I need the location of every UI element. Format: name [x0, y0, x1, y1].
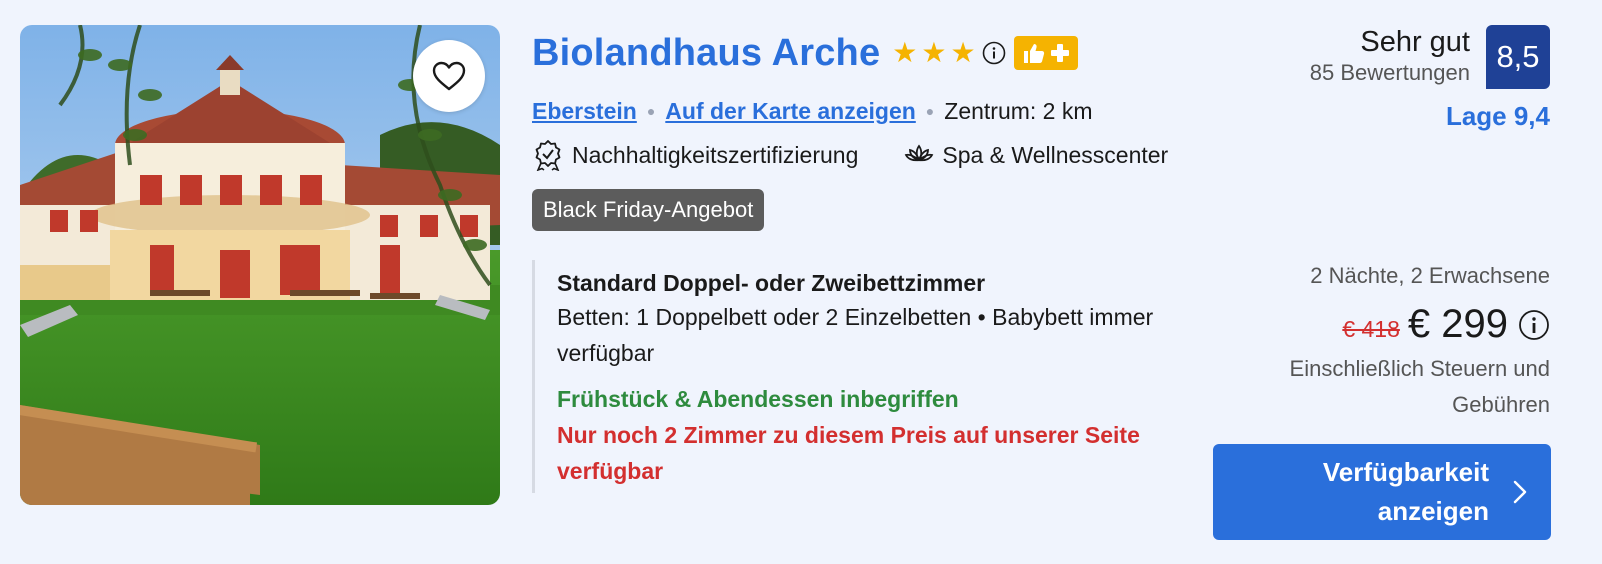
info-icon[interactable] [982, 41, 1006, 65]
hotel-name[interactable]: Biolandhaus Arche [532, 32, 880, 75]
plus-icon [1050, 44, 1069, 62]
star-icon: ★ [921, 37, 947, 68]
title-row: Biolandhaus Arche ★ ★ ★ [532, 28, 1078, 78]
review-score[interactable]: Sehr gut 85 Bewertungen 8,5 [1310, 25, 1550, 89]
original-price: € 418 [1342, 316, 1400, 342]
taxes-note: Einschließlich Steuern und Gebühren [1289, 356, 1550, 417]
price-info-icon[interactable] [1518, 309, 1550, 341]
amenity-spa: Spa & Wellnesscenter [904, 142, 1168, 169]
amenity-sustainability: Nachhaltigkeitszertifizierung [532, 139, 858, 171]
star-icon: ★ [892, 37, 918, 68]
chevron-right-icon [1513, 480, 1527, 504]
star-rating: ★ ★ ★ [892, 39, 975, 67]
separator-dot: ● [925, 103, 935, 119]
amenity-label: Nachhaltigkeitszertifizierung [572, 141, 859, 168]
review-count: 85 Bewertungen [1309, 60, 1470, 85]
city-link[interactable]: Eberstein [532, 98, 637, 125]
cta-label: Verfügbarkeit anzeigen [1322, 457, 1489, 526]
score-badge: 8,5 [1486, 25, 1550, 89]
spa-icon [905, 144, 934, 162]
current-price: € 299 [1407, 302, 1508, 346]
location-row: Eberstein ● Auf der Karte anzeigen ● Zen… [532, 95, 1093, 127]
separator-dot: ● [646, 103, 656, 119]
favorite-button[interactable] [413, 40, 485, 112]
map-link[interactable]: Auf der Karte anzeigen [665, 98, 916, 125]
rating-label: Sehr gut [1360, 26, 1470, 58]
room-title: Standard Doppel- oder Zweibettzimmer [557, 270, 986, 296]
rating-text: Sehr gut 85 Bewertungen [1310, 25, 1470, 89]
thumbs-up-icon [1023, 44, 1044, 63]
amenities-row: Nachhaltigkeitszertifizierung Spa & Well… [532, 138, 1168, 172]
heart-icon [432, 61, 466, 91]
check-availability-button[interactable]: Verfügbarkeit anzeigen [1213, 444, 1551, 540]
certificate-icon [535, 140, 561, 171]
room-availability: Nur noch 2 Zimmer zu diesem Preis auf un… [557, 422, 1140, 484]
room-details: Standard Doppel- oder Zweibettzimmer Bet… [532, 260, 1153, 493]
price-row: € 418 € 299 [1230, 302, 1550, 347]
stay-info: 2 Nächte, 2 Erwachsene [1310, 263, 1550, 288]
price-area: 2 Nächte, 2 Erwachsene € 418 € 299 Einsc… [1230, 260, 1550, 423]
distance-text: Zentrum: 2 km [944, 97, 1093, 124]
preferred-partner-badge[interactable] [1013, 36, 1078, 70]
deal-badge: Black Friday-Angebot [532, 189, 765, 231]
room-beds: Betten: 1 Doppelbett oder 2 Einzelbetten… [557, 304, 1154, 366]
location-score: Lage 9,4 [1445, 101, 1550, 131]
amenity-label: Spa & Wellnesscenter [942, 141, 1169, 168]
star-icon: ★ [950, 37, 976, 68]
room-meals: Frühstück & Abendessen inbegriffen [557, 386, 959, 412]
